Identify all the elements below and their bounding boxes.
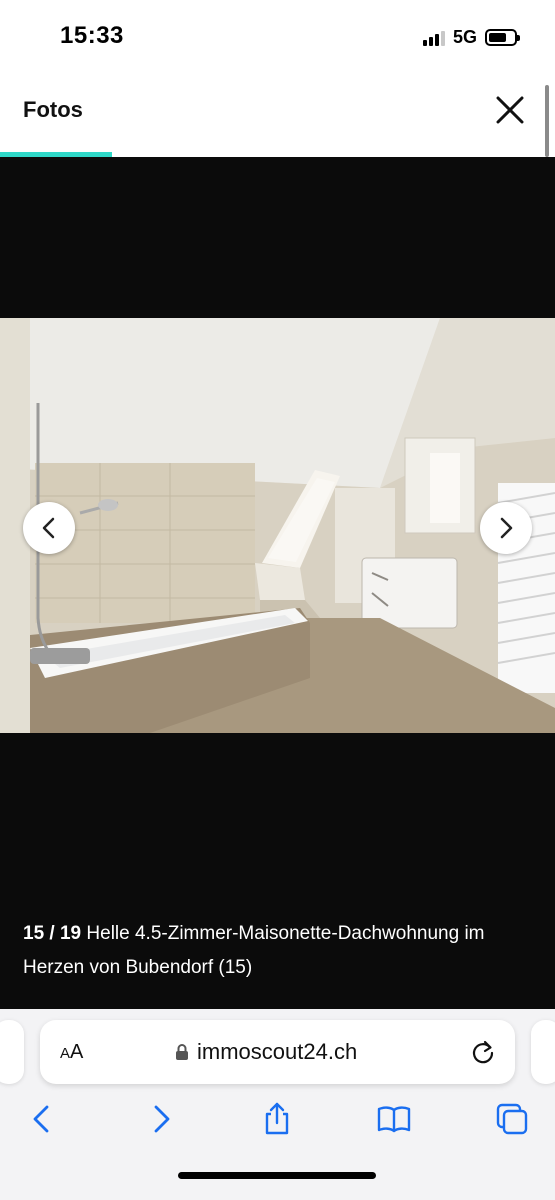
text-size-button[interactable]: AA (60, 1041, 83, 1064)
back-button[interactable] (24, 1101, 60, 1137)
close-button[interactable] (495, 95, 525, 125)
status-indicators: 5G (422, 27, 520, 48)
reload-button[interactable] (469, 1038, 497, 1066)
close-icon (496, 96, 524, 124)
forward-button[interactable] (143, 1101, 179, 1137)
page-title: Fotos (23, 97, 83, 122)
photo-viewer: 15 / 19 Helle 4.5-Zimmer-Maisonette-Dach… (0, 157, 555, 1009)
lock-icon (176, 1044, 188, 1060)
bookmarks-icon (377, 1106, 411, 1133)
tabs-button[interactable] (494, 1101, 530, 1137)
reload-icon (472, 1040, 494, 1064)
photo-header: Fotos (0, 75, 555, 157)
bookmarks-button[interactable] (376, 1101, 412, 1137)
share-button[interactable] (259, 1101, 295, 1137)
gallery-photo[interactable] (0, 318, 555, 733)
tabs-icon (496, 1103, 528, 1135)
chevron-right-icon (500, 517, 513, 539)
chevron-left-icon (42, 517, 55, 539)
photo-total-count: 19 (59, 923, 82, 944)
previous-tab-card[interactable] (0, 1020, 24, 1084)
previous-photo-button[interactable] (23, 502, 75, 554)
home-indicator[interactable] (178, 1172, 376, 1179)
scrollbar[interactable] (545, 85, 549, 157)
photo-current-index: 15 (23, 923, 45, 944)
battery-icon (485, 29, 520, 46)
share-icon (265, 1102, 289, 1135)
photo-counter: 15 / 19 (23, 923, 81, 944)
signal-icon (422, 30, 445, 46)
photo-caption: 15 / 19 Helle 4.5-Zimmer-Maisonette-Dach… (23, 917, 538, 985)
back-icon (33, 1105, 49, 1133)
status-time: 15:33 (60, 22, 124, 49)
url-display[interactable]: immoscout24.ch (175, 1039, 357, 1065)
next-photo-button[interactable] (480, 502, 532, 554)
photo-counter-separator: / (49, 923, 55, 944)
url-text: immoscout24.ch (197, 1039, 358, 1064)
network-type: 5G (452, 27, 477, 47)
next-tab-card[interactable] (531, 1020, 555, 1084)
status-bar: 15:33 5G (0, 0, 555, 75)
forward-icon (154, 1105, 170, 1133)
address-bar[interactable]: AA immoscout24.ch (40, 1020, 515, 1084)
bathroom-photo (0, 318, 555, 733)
photo-caption-text: Helle 4.5-Zimmer-Maisonette-Dachwohnung … (23, 923, 485, 978)
